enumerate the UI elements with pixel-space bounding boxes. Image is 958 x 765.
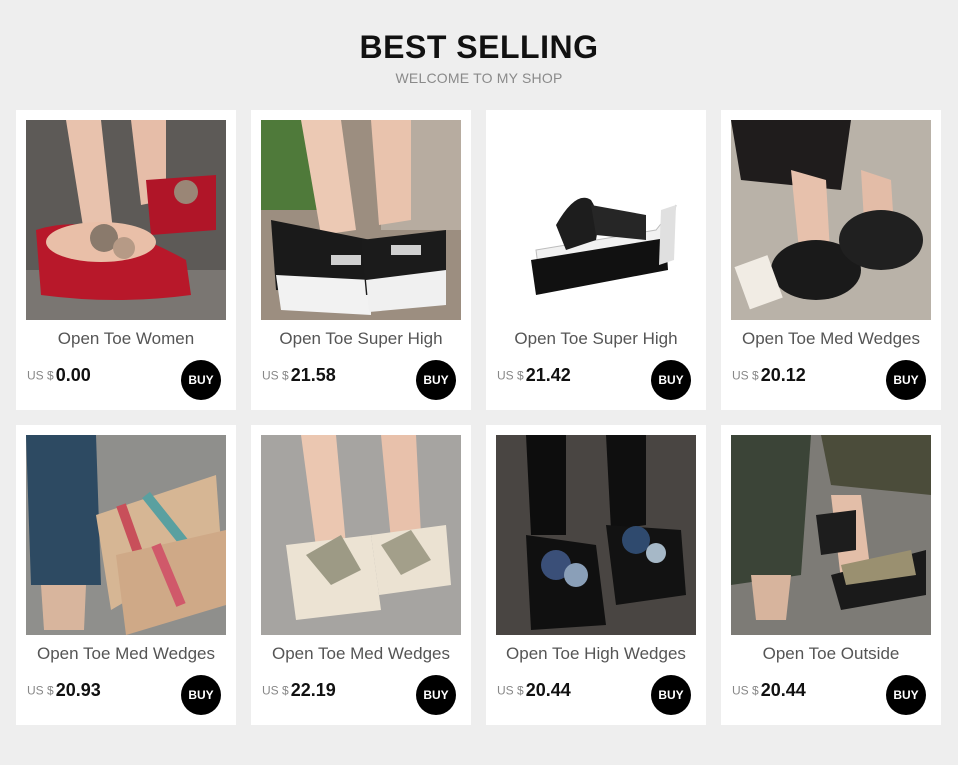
product-card[interactable]: Open Toe Outside US $20.44 BUY (721, 425, 941, 725)
price-amount: 22.19 (290, 680, 336, 700)
page-title: BEST SELLING (359, 29, 599, 65)
product-name[interactable]: Open Toe Med Wedges (721, 329, 941, 349)
product-image[interactable] (731, 120, 931, 320)
buy-button[interactable]: BUY (181, 675, 221, 715)
price-amount: 21.58 (290, 365, 336, 385)
product-name[interactable]: Open Toe Super High (251, 329, 471, 349)
product-image[interactable] (496, 120, 696, 320)
product-name[interactable]: Open Toe Med Wedges (16, 644, 236, 664)
product-card[interactable]: Open Toe Med Wedges US $22.19 BUY (251, 425, 471, 725)
buy-button[interactable]: BUY (651, 360, 691, 400)
product-grid: Open Toe Women US $0.00 BUY Open Toe Sup… (16, 110, 942, 726)
currency-label: US $ (497, 683, 524, 698)
product-name[interactable]: Open Toe High Wedges (486, 644, 706, 664)
price-amount: 20.44 (760, 680, 806, 700)
currency-label: US $ (732, 683, 759, 698)
currency-label: US $ (262, 368, 289, 383)
product-card[interactable]: Open Toe Super High US $21.42 BUY (486, 110, 706, 410)
price-amount: 21.42 (525, 365, 571, 385)
product-card[interactable]: Open Toe Med Wedges US $20.93 BUY (16, 425, 236, 725)
buy-button[interactable]: BUY (416, 675, 456, 715)
product-image[interactable] (496, 435, 696, 635)
buy-button[interactable]: BUY (651, 675, 691, 715)
currency-label: US $ (27, 683, 54, 698)
currency-label: US $ (497, 368, 524, 383)
currency-label: US $ (732, 368, 759, 383)
currency-label: US $ (262, 683, 289, 698)
product-image[interactable] (261, 435, 461, 635)
buy-button[interactable]: BUY (416, 360, 456, 400)
product-card[interactable]: Open Toe Super High US $21.58 BUY (251, 110, 471, 410)
product-card[interactable]: Open Toe Women US $0.00 BUY (16, 110, 236, 410)
buy-button[interactable]: BUY (886, 360, 926, 400)
buy-button[interactable]: BUY (181, 360, 221, 400)
product-name[interactable]: Open Toe Outside (721, 644, 941, 664)
product-image[interactable] (26, 120, 226, 320)
product-card[interactable]: Open Toe High Wedges US $20.44 BUY (486, 425, 706, 725)
product-image[interactable] (26, 435, 226, 635)
product-name[interactable]: Open Toe Women (16, 329, 236, 349)
page-subtitle: WELCOME TO MY SHOP (395, 70, 563, 86)
product-card[interactable]: Open Toe Med Wedges US $20.12 BUY (721, 110, 941, 410)
section-header: BEST SELLING WELCOME TO MY SHOP (0, 28, 958, 86)
product-image[interactable] (731, 435, 931, 635)
price-amount: 20.12 (760, 365, 806, 385)
product-image[interactable] (261, 120, 461, 320)
price-amount: 0.00 (55, 365, 91, 385)
product-name[interactable]: Open Toe Med Wedges (251, 644, 471, 664)
price-amount: 20.93 (55, 680, 101, 700)
product-name[interactable]: Open Toe Super High (486, 329, 706, 349)
price-amount: 20.44 (525, 680, 571, 700)
buy-button[interactable]: BUY (886, 675, 926, 715)
currency-label: US $ (27, 368, 54, 383)
